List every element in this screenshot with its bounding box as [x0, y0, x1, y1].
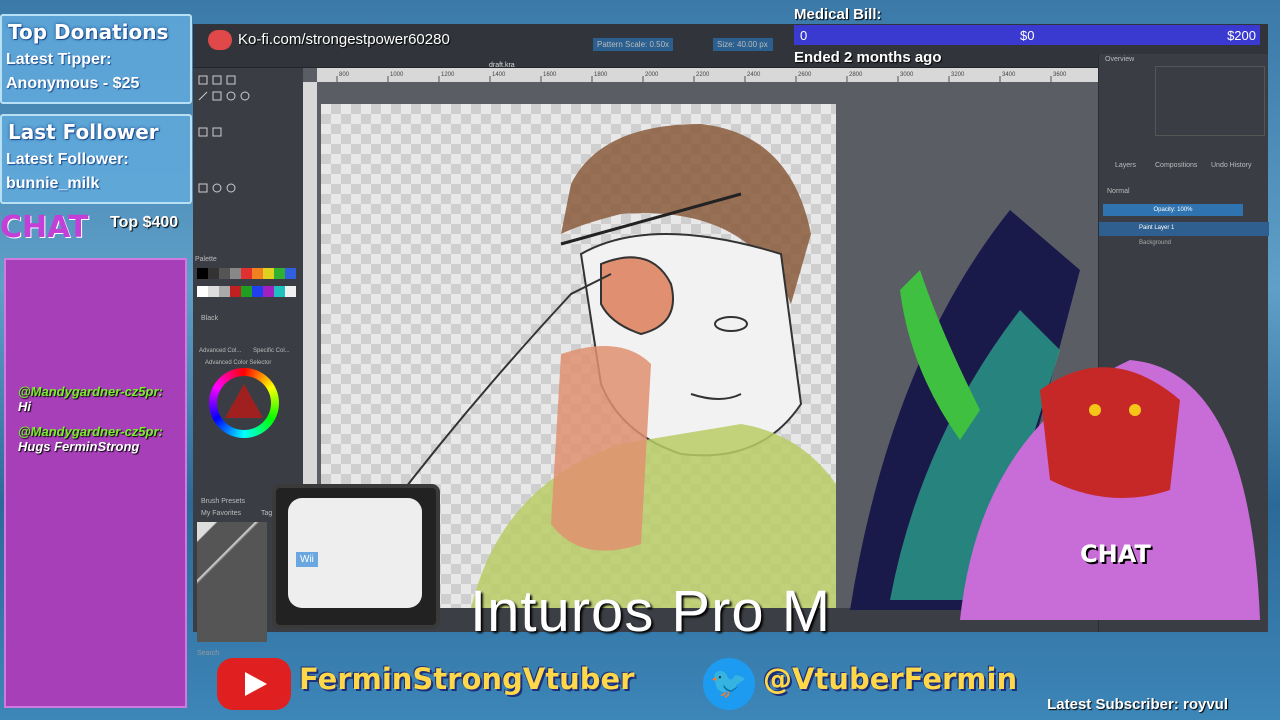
favorites-select[interactable]: My Favorites — [201, 510, 241, 517]
latest-follower-label: Latest Follower: — [6, 151, 129, 168]
color-name: Black — [201, 315, 219, 322]
brush-presets-grid[interactable] — [197, 522, 267, 642]
ruler-tick-label: 3400 — [1002, 72, 1016, 78]
tool-grid — [197, 74, 281, 224]
chat-sticker-text: CHAT — [1080, 540, 1151, 568]
tv-label: Wii — [296, 552, 318, 567]
medical-bill-label: Medical Bill: — [794, 6, 882, 23]
kofi-icon — [208, 30, 232, 50]
ruler-tick-label: 3000 — [900, 72, 914, 78]
tag-select[interactable]: Tag — [261, 510, 272, 517]
ruler-tick-label: 1200 — [441, 72, 455, 78]
ruler-tick-label: 2400 — [747, 72, 761, 78]
tv-graphic: Wii — [272, 484, 440, 629]
chat-header: CHAT — [0, 210, 89, 245]
color-wheel[interactable] — [209, 368, 279, 438]
specific-color-tab[interactable]: Specific Col... — [253, 348, 290, 354]
advanced-color-tab[interactable]: Advanced Col... — [199, 348, 241, 354]
ruler-tick-label: 1800 — [594, 72, 608, 78]
ruler-tick-label: 800 — [339, 72, 350, 78]
ruler-tick-label: 1400 — [492, 72, 506, 78]
tools-icon[interactable] — [197, 74, 281, 224]
brush-size[interactable]: Size: 40.00 px — [713, 38, 773, 51]
latest-tipper-value: Anonymous - $25 — [6, 75, 140, 92]
chat-user: @Mandygardner-cz5pr: — [18, 424, 163, 439]
avatar-illustration — [850, 210, 1260, 620]
youtube-icon — [217, 658, 291, 710]
medical-bill-status: Ended 2 months ago — [794, 49, 942, 66]
twitter-handle[interactable]: @VtuberFermin — [763, 662, 1017, 696]
ruler-tick-label: 2200 — [696, 72, 710, 78]
last-follower-title: Last Follower — [8, 120, 159, 144]
medical-bill-start: 0 — [800, 28, 808, 43]
latest-tipper-label: Latest Tipper: — [6, 51, 112, 68]
kofi-text: Ko-fi.com/strongestpower60280 — [238, 30, 450, 48]
brush-presets-header: Brush Presets — [201, 498, 245, 505]
palette-swatches[interactable] — [197, 266, 297, 306]
advanced-color-label: Advanced Color Selector — [205, 360, 272, 366]
pattern-scale[interactable]: Pattern Scale: 0.50x — [593, 38, 674, 51]
top-donations-title: Top Donations — [8, 20, 169, 44]
top-amount: Top $400 — [110, 214, 179, 231]
chat-text: Hugs FerminStrong — [18, 439, 140, 454]
ruler-tick-label: 3600 — [1053, 72, 1067, 78]
ruler-tick-label: 1000 — [390, 72, 404, 78]
medical-bill-current: $0 — [1020, 28, 1035, 43]
youtube-handle[interactable]: FerminStrongVtuber — [299, 662, 634, 696]
latest-subscriber: Latest Subscriber: royvul — [1047, 696, 1228, 713]
medical-bill-goal: $200 — [1227, 28, 1256, 43]
kofi-link[interactable]: Ko-fi.com/strongestpower60280 — [208, 30, 450, 50]
twitter-icon: 🐦 — [703, 658, 755, 710]
chat-text: Hi — [18, 399, 31, 414]
medical-bill-widget: Medical Bill: 0 $0 $200 Ended 2 months a… — [790, 0, 1260, 72]
ruler-tick-label: 2800 — [849, 72, 863, 78]
ruler-tick-label: 2600 — [798, 72, 812, 78]
chat-message: @Mandygardner-cz5pr: Hugs FerminStrong — [6, 424, 185, 454]
medical-bill-bar: 0 $0 $200 — [794, 25, 1260, 45]
last-follower-panel: Last Follower Latest Follower: bunnie_mi… — [0, 114, 192, 204]
social-banner: FerminStrongVtuber 🐦 @VtuberFermin Lates… — [195, 648, 1280, 720]
caption-text: Inturos Pro M — [470, 579, 832, 644]
chat-box: @Mandygardner-cz5pr: Hi @Mandygardner-cz… — [4, 258, 187, 708]
ruler-tick-label: 1600 — [543, 72, 557, 78]
tv-screen: Wii — [288, 498, 422, 608]
top-donations-panel: Top Donations Latest Tipper: Anonymous -… — [0, 14, 192, 104]
ruler-tick-label: 2000 — [645, 72, 659, 78]
chat-message: @Mandygardner-cz5pr: Hi — [6, 384, 185, 414]
palette-header: Palette — [195, 256, 217, 263]
chat-user: @Mandygardner-cz5pr: — [18, 384, 163, 399]
vtuber-avatar — [830, 110, 1270, 630]
ruler-tick-label: 3200 — [951, 72, 965, 78]
latest-follower-value: bunnie_milk — [6, 175, 100, 192]
